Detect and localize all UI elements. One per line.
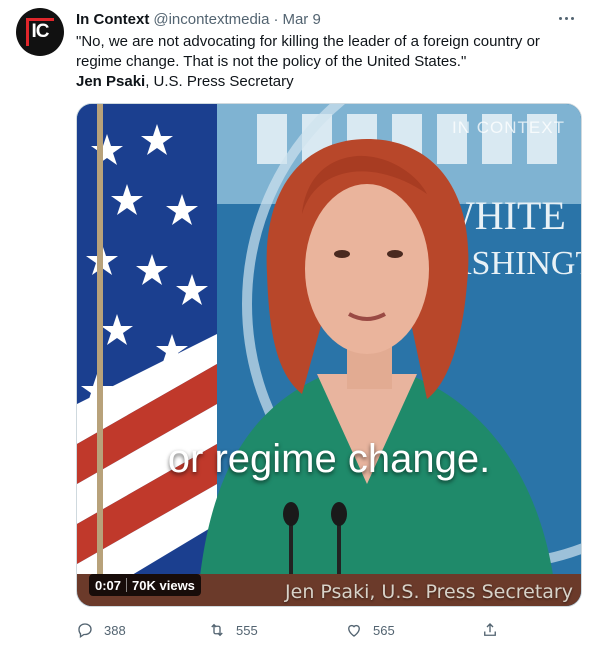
video-frame: WHITE ASHINGT <box>77 104 581 606</box>
quote-line-1: "No, we are not advocating for killing t… <box>76 33 540 50</box>
quote-line-2: regime change. That is not the policy of… <box>76 53 467 70</box>
speaker-name: Jen Psaki <box>76 73 146 90</box>
speaker-title: , U.S. Press Secretary <box>145 73 294 90</box>
user-handle[interactable]: @incontextmedia <box>153 11 269 28</box>
tweet[interactable]: IC In Context @incontextmedia · Mar 9 "N… <box>0 0 594 648</box>
retweet-count: 555 <box>236 622 258 638</box>
video-player[interactable]: WHITE ASHINGT IN CONTEXT or regime chang… <box>76 103 582 607</box>
speaker-line: Jen Psaki, U.S. Press Secretary <box>76 72 576 92</box>
pill-divider <box>126 578 128 592</box>
display-name[interactable]: In Context <box>76 11 149 28</box>
brand-logo: IC <box>26 18 54 46</box>
retweet-button[interactable]: 555 <box>208 621 258 639</box>
tweet-date[interactable]: Mar 9 <box>282 11 320 28</box>
tweet-header: In Context @incontextmedia · Mar 9 <box>76 9 582 29</box>
more-icon[interactable] <box>554 7 578 29</box>
share-icon <box>484 623 496 636</box>
retweet-icon <box>211 623 223 637</box>
like-count: 565 <box>373 622 395 638</box>
separator-dot: · <box>273 10 279 28</box>
heart-icon <box>348 624 360 637</box>
video-views: 70K views <box>132 577 195 593</box>
lower-third-title: Jen Psaki, U.S. Press Secretary <box>285 581 573 603</box>
share-button[interactable] <box>481 621 509 639</box>
video-watermark: IN CONTEXT <box>452 118 565 137</box>
reply-icon <box>78 623 92 639</box>
video-caption: or regime change. <box>167 437 491 481</box>
reply-button[interactable]: 388 <box>76 621 126 639</box>
like-button[interactable]: 565 <box>345 621 395 639</box>
tweet-actions: 388 555 565 <box>76 620 506 640</box>
reply-count: 388 <box>104 622 126 638</box>
video-info-pill: 0:07 70K views <box>89 574 201 596</box>
video-duration: 0:07 <box>95 577 122 593</box>
tweet-text: "No, we are not advocating for killing t… <box>76 32 576 92</box>
logo-bracket <box>26 18 54 46</box>
avatar[interactable]: IC <box>16 8 64 56</box>
